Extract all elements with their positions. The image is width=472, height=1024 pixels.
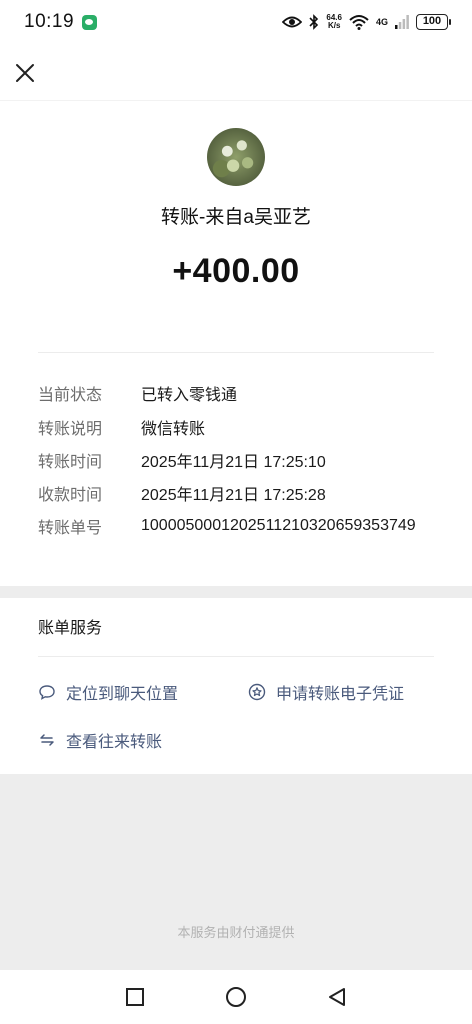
recents-button[interactable]: [124, 986, 146, 1008]
bluetooth-icon: [309, 14, 319, 30]
home-button[interactable]: [225, 986, 247, 1008]
wechat-notification-icon: [82, 14, 98, 30]
speed-unit: K/s: [327, 21, 341, 30]
wifi-icon: [349, 15, 369, 30]
provider-footer: 本服务由财付通提供: [177, 925, 295, 940]
status-indicators: 64.6 K/s 4G 100: [282, 14, 451, 30]
detail-row-note: 转账说明 微信转账: [38, 415, 458, 439]
eye-icon: [282, 16, 303, 28]
header-divider: [0, 100, 472, 101]
detail-label: 收款时间: [38, 487, 103, 504]
chat-bubble-icon: [39, 685, 55, 700]
transfer-amount: +400.00: [172, 252, 300, 290]
view-transfers-link[interactable]: 查看往来转账: [38, 728, 162, 752]
detail-value: 2025年11月21日 17:25:10: [141, 454, 326, 471]
locate-chat-link[interactable]: 定位到聊天位置: [38, 680, 178, 704]
detail-value: 已转入零钱通: [141, 387, 238, 404]
detail-label: 转账说明: [38, 421, 103, 438]
triangle-back-icon: [329, 988, 345, 1006]
view-transfers-label: 查看往来转账: [66, 734, 163, 751]
swap-arrows-icon: [40, 734, 54, 746]
apply-voucher-label: 申请转账电子凭证: [276, 686, 405, 703]
transfer-title: 转账-来自a吴亚艺: [161, 207, 311, 228]
detail-value: 2025年11月21日 17:25:28: [141, 487, 326, 504]
apply-voucher-link[interactable]: 申请转账电子凭证: [248, 680, 404, 704]
detail-row-transfer-time: 转账时间 2025年11月21日 17:25:10: [38, 448, 458, 472]
network-speed: 64.6 K/s: [326, 14, 342, 30]
close-button[interactable]: [12, 60, 38, 86]
detail-label: 转账单号: [38, 520, 103, 537]
detail-row-transfer-id: 转账单号 1000050001202511210320659353749: [38, 514, 458, 538]
network-type: 4G: [375, 17, 388, 27]
detail-label: 转账时间: [38, 454, 103, 471]
detail-value[interactable]: 1000050001202511210320659353749: [141, 517, 416, 535]
services-divider: [38, 656, 434, 657]
back-button[interactable]: [326, 986, 348, 1008]
close-icon: [16, 64, 34, 82]
detail-row-receive-time: 收款时间 2025年11月21日 17:25:28: [38, 481, 458, 505]
square-icon: [126, 988, 144, 1006]
circle-icon: [226, 987, 246, 1007]
amount-divider: [38, 352, 434, 353]
signal-icon: [395, 15, 409, 29]
sender-avatar[interactable]: [207, 128, 265, 186]
detail-row-status: 当前状态 已转入零钱通: [38, 381, 458, 405]
badge-star-icon: [248, 683, 266, 701]
detail-value: 微信转账: [141, 421, 206, 438]
bill-services-card: 账单服务 定位到聊天位置 申请转账电子凭证 查看往来转账: [0, 598, 472, 774]
detail-label: 当前状态: [38, 387, 103, 404]
system-nav-bar: [0, 970, 472, 1024]
services-title: 账单服务: [38, 620, 103, 637]
status-time: 10:19: [24, 11, 75, 32]
status-bar: 10:19 64.6 K/s 4G 100: [0, 0, 472, 44]
transfer-detail-card: 转账-来自a吴亚艺 +400.00 当前状态 已转入零钱通 转账说明 微信转账 …: [0, 44, 472, 586]
battery-indicator: 100: [416, 14, 451, 30]
locate-chat-label: 定位到聊天位置: [66, 686, 179, 703]
